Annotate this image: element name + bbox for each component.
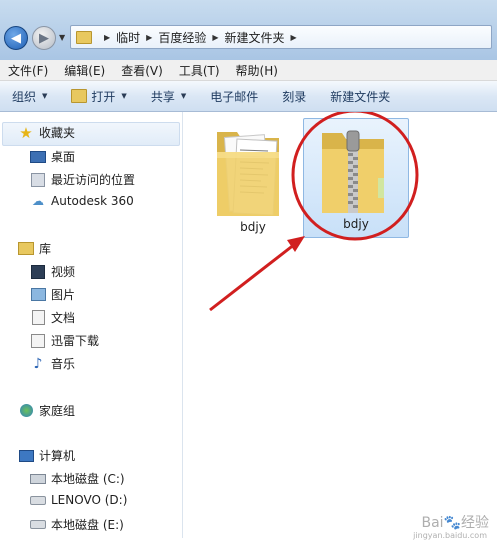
folder-icon xyxy=(76,30,92,44)
zip-folder-icon xyxy=(322,130,384,213)
drive-icon xyxy=(30,518,46,532)
breadcrumb-item-2[interactable]: 百度经验 xyxy=(158,29,206,46)
zip-file-item[interactable]: bdjy xyxy=(303,118,409,238)
email-label: 电子邮件 xyxy=(210,89,259,104)
sidebar-item-label: 本地磁盘 (C:) xyxy=(51,472,125,486)
forward-button[interactable]: ▶ xyxy=(32,26,56,50)
baidu-jingyan-watermark: Bai🐾经验 xyxy=(421,512,489,532)
breadcrumb-item-1[interactable]: 临时 xyxy=(116,29,140,46)
navigation-pane: ★ 收藏夹 桌面 最近访问的位置 ☁ Autodesk 360 库 视频 图片 … xyxy=(0,112,183,538)
sidebar-item-pictures[interactable]: 图片 xyxy=(30,286,75,303)
folder-icon xyxy=(217,132,279,216)
chevron-down-icon: ▼ xyxy=(180,92,187,100)
cloud-icon: ☁ xyxy=(32,194,44,208)
sidebar-item-label: 图片 xyxy=(51,288,76,302)
sidebar-item-label: Autodesk 360 xyxy=(51,194,134,208)
sidebar-item-label: LENOVO (D:) xyxy=(51,493,128,507)
sidebar-item-label: 本地磁盘 (E:) xyxy=(51,518,124,532)
file-name: bdjy xyxy=(343,217,369,231)
open-icon xyxy=(71,89,88,103)
paw-icon: 🐾 xyxy=(443,515,461,531)
sidebar-item-label: 最近访问的位置 xyxy=(51,173,136,187)
email-button[interactable]: 电子邮件 xyxy=(198,88,270,105)
breadcrumb-item-3[interactable]: 新建文件夹 xyxy=(225,29,285,46)
sidebar-item-label: 迅雷下载 xyxy=(51,334,100,348)
new-folder-label: 新建文件夹 xyxy=(330,89,391,104)
homegroup-icon xyxy=(18,404,34,418)
chevron-right-icon[interactable]: ▶ xyxy=(104,33,110,42)
watermark-brand2: 经验 xyxy=(461,515,489,531)
breadcrumb[interactable]: ▶ 临时 ▶ 百度经验 ▶ 新建文件夹 ▶ xyxy=(70,25,492,49)
document-icon xyxy=(30,310,46,325)
file-list-pane[interactable]: bdjy bdjy xyxy=(183,112,497,538)
sidebar-group-homegroup[interactable]: 家庭组 xyxy=(18,402,75,419)
open-button[interactable]: 打开 ▼ xyxy=(59,88,138,105)
sidebar-item-thunder[interactable]: 迅雷下载 xyxy=(30,332,99,349)
chevron-right-icon[interactable]: ▶ xyxy=(291,33,297,42)
share-button[interactable]: 共享 ▼ xyxy=(139,88,198,105)
music-icon: ♪ xyxy=(33,355,43,372)
open-label: 打开 xyxy=(91,89,116,104)
burn-button[interactable]: 刻录 xyxy=(270,88,318,105)
video-icon xyxy=(30,264,46,279)
chevron-right-icon[interactable]: ▶ xyxy=(212,33,218,42)
address-bar-area: ◀ ▶ ▼ ▶ 临时 ▶ 百度经验 ▶ 新建文件夹 ▶ xyxy=(0,0,497,60)
sidebar-item-recent[interactable]: 最近访问的位置 xyxy=(30,171,135,188)
sidebar-group-label: 计算机 xyxy=(39,449,76,463)
recent-pages-dropdown-icon[interactable]: ▼ xyxy=(59,33,65,42)
sidebar-group-label: 库 xyxy=(39,242,52,256)
sidebar-group-favorites[interactable]: ★ 收藏夹 xyxy=(18,123,76,142)
sidebar-item-drive-e[interactable]: 本地磁盘 (E:) xyxy=(30,516,124,533)
sidebar-item-autodesk[interactable]: ☁ Autodesk 360 xyxy=(30,194,134,208)
sidebar-item-label: 桌面 xyxy=(51,150,76,164)
computer-icon xyxy=(18,449,34,463)
drive-icon xyxy=(30,472,46,486)
sidebar-item-label: 视频 xyxy=(51,265,76,279)
arrow-line xyxy=(209,242,296,312)
sidebar-item-drive-c[interactable]: 本地磁盘 (C:) xyxy=(30,470,125,487)
watermark-url: jingyan.baidu.com xyxy=(413,531,487,540)
sidebar-item-drive-d[interactable]: LENOVO (D:) xyxy=(30,493,127,507)
sidebar-item-music[interactable]: ♪ 音乐 xyxy=(30,355,75,372)
sidebar-item-videos[interactable]: 视频 xyxy=(30,263,75,280)
sidebar-group-libraries[interactable]: 库 xyxy=(18,240,51,257)
organize-button[interactable]: 组织 ▼ xyxy=(0,88,59,105)
sidebar-item-label: 文档 xyxy=(51,311,76,325)
menu-file[interactable]: 文件(F) xyxy=(0,62,56,79)
watermark-brand: Bai xyxy=(421,515,444,531)
burn-label: 刻录 xyxy=(282,89,307,104)
sidebar-item-documents[interactable]: 文档 xyxy=(30,309,75,326)
sidebar-group-label: 收藏夹 xyxy=(39,126,76,140)
picture-icon xyxy=(30,288,46,302)
sidebar-item-label: 音乐 xyxy=(51,357,76,371)
menu-view[interactable]: 查看(V) xyxy=(113,62,171,79)
download-folder-icon xyxy=(30,333,46,348)
new-folder-button[interactable]: 新建文件夹 xyxy=(318,88,402,105)
drive-icon xyxy=(30,493,46,507)
folder-item[interactable]: bdjy xyxy=(203,116,303,236)
chevron-down-icon: ▼ xyxy=(42,92,48,100)
chevron-right-icon[interactable]: ▶ xyxy=(146,33,152,42)
star-icon: ★ xyxy=(19,123,33,142)
recent-places-icon xyxy=(30,172,46,187)
menu-edit[interactable]: 编辑(E) xyxy=(56,62,113,79)
sidebar-group-computer[interactable]: 计算机 xyxy=(18,447,75,464)
file-name: bdjy xyxy=(240,220,266,234)
organize-label: 组织 xyxy=(12,89,37,104)
menu-bar: 文件(F) 编辑(E) 查看(V) 工具(T) 帮助(H) xyxy=(0,60,497,81)
sidebar-group-label: 家庭组 xyxy=(39,404,76,418)
back-button[interactable]: ◀ xyxy=(4,26,28,50)
share-label: 共享 xyxy=(150,89,175,104)
desktop-icon xyxy=(30,150,46,164)
command-bar: 组织 ▼ 打开 ▼ 共享 ▼ 电子邮件 刻录 新建文件夹 xyxy=(0,81,497,112)
menu-help[interactable]: 帮助(H) xyxy=(228,62,286,79)
arrow-head xyxy=(287,236,305,252)
library-icon xyxy=(18,242,34,256)
chevron-down-icon: ▼ xyxy=(121,92,127,100)
menu-tools[interactable]: 工具(T) xyxy=(171,62,228,79)
sidebar-item-desktop[interactable]: 桌面 xyxy=(30,148,75,165)
